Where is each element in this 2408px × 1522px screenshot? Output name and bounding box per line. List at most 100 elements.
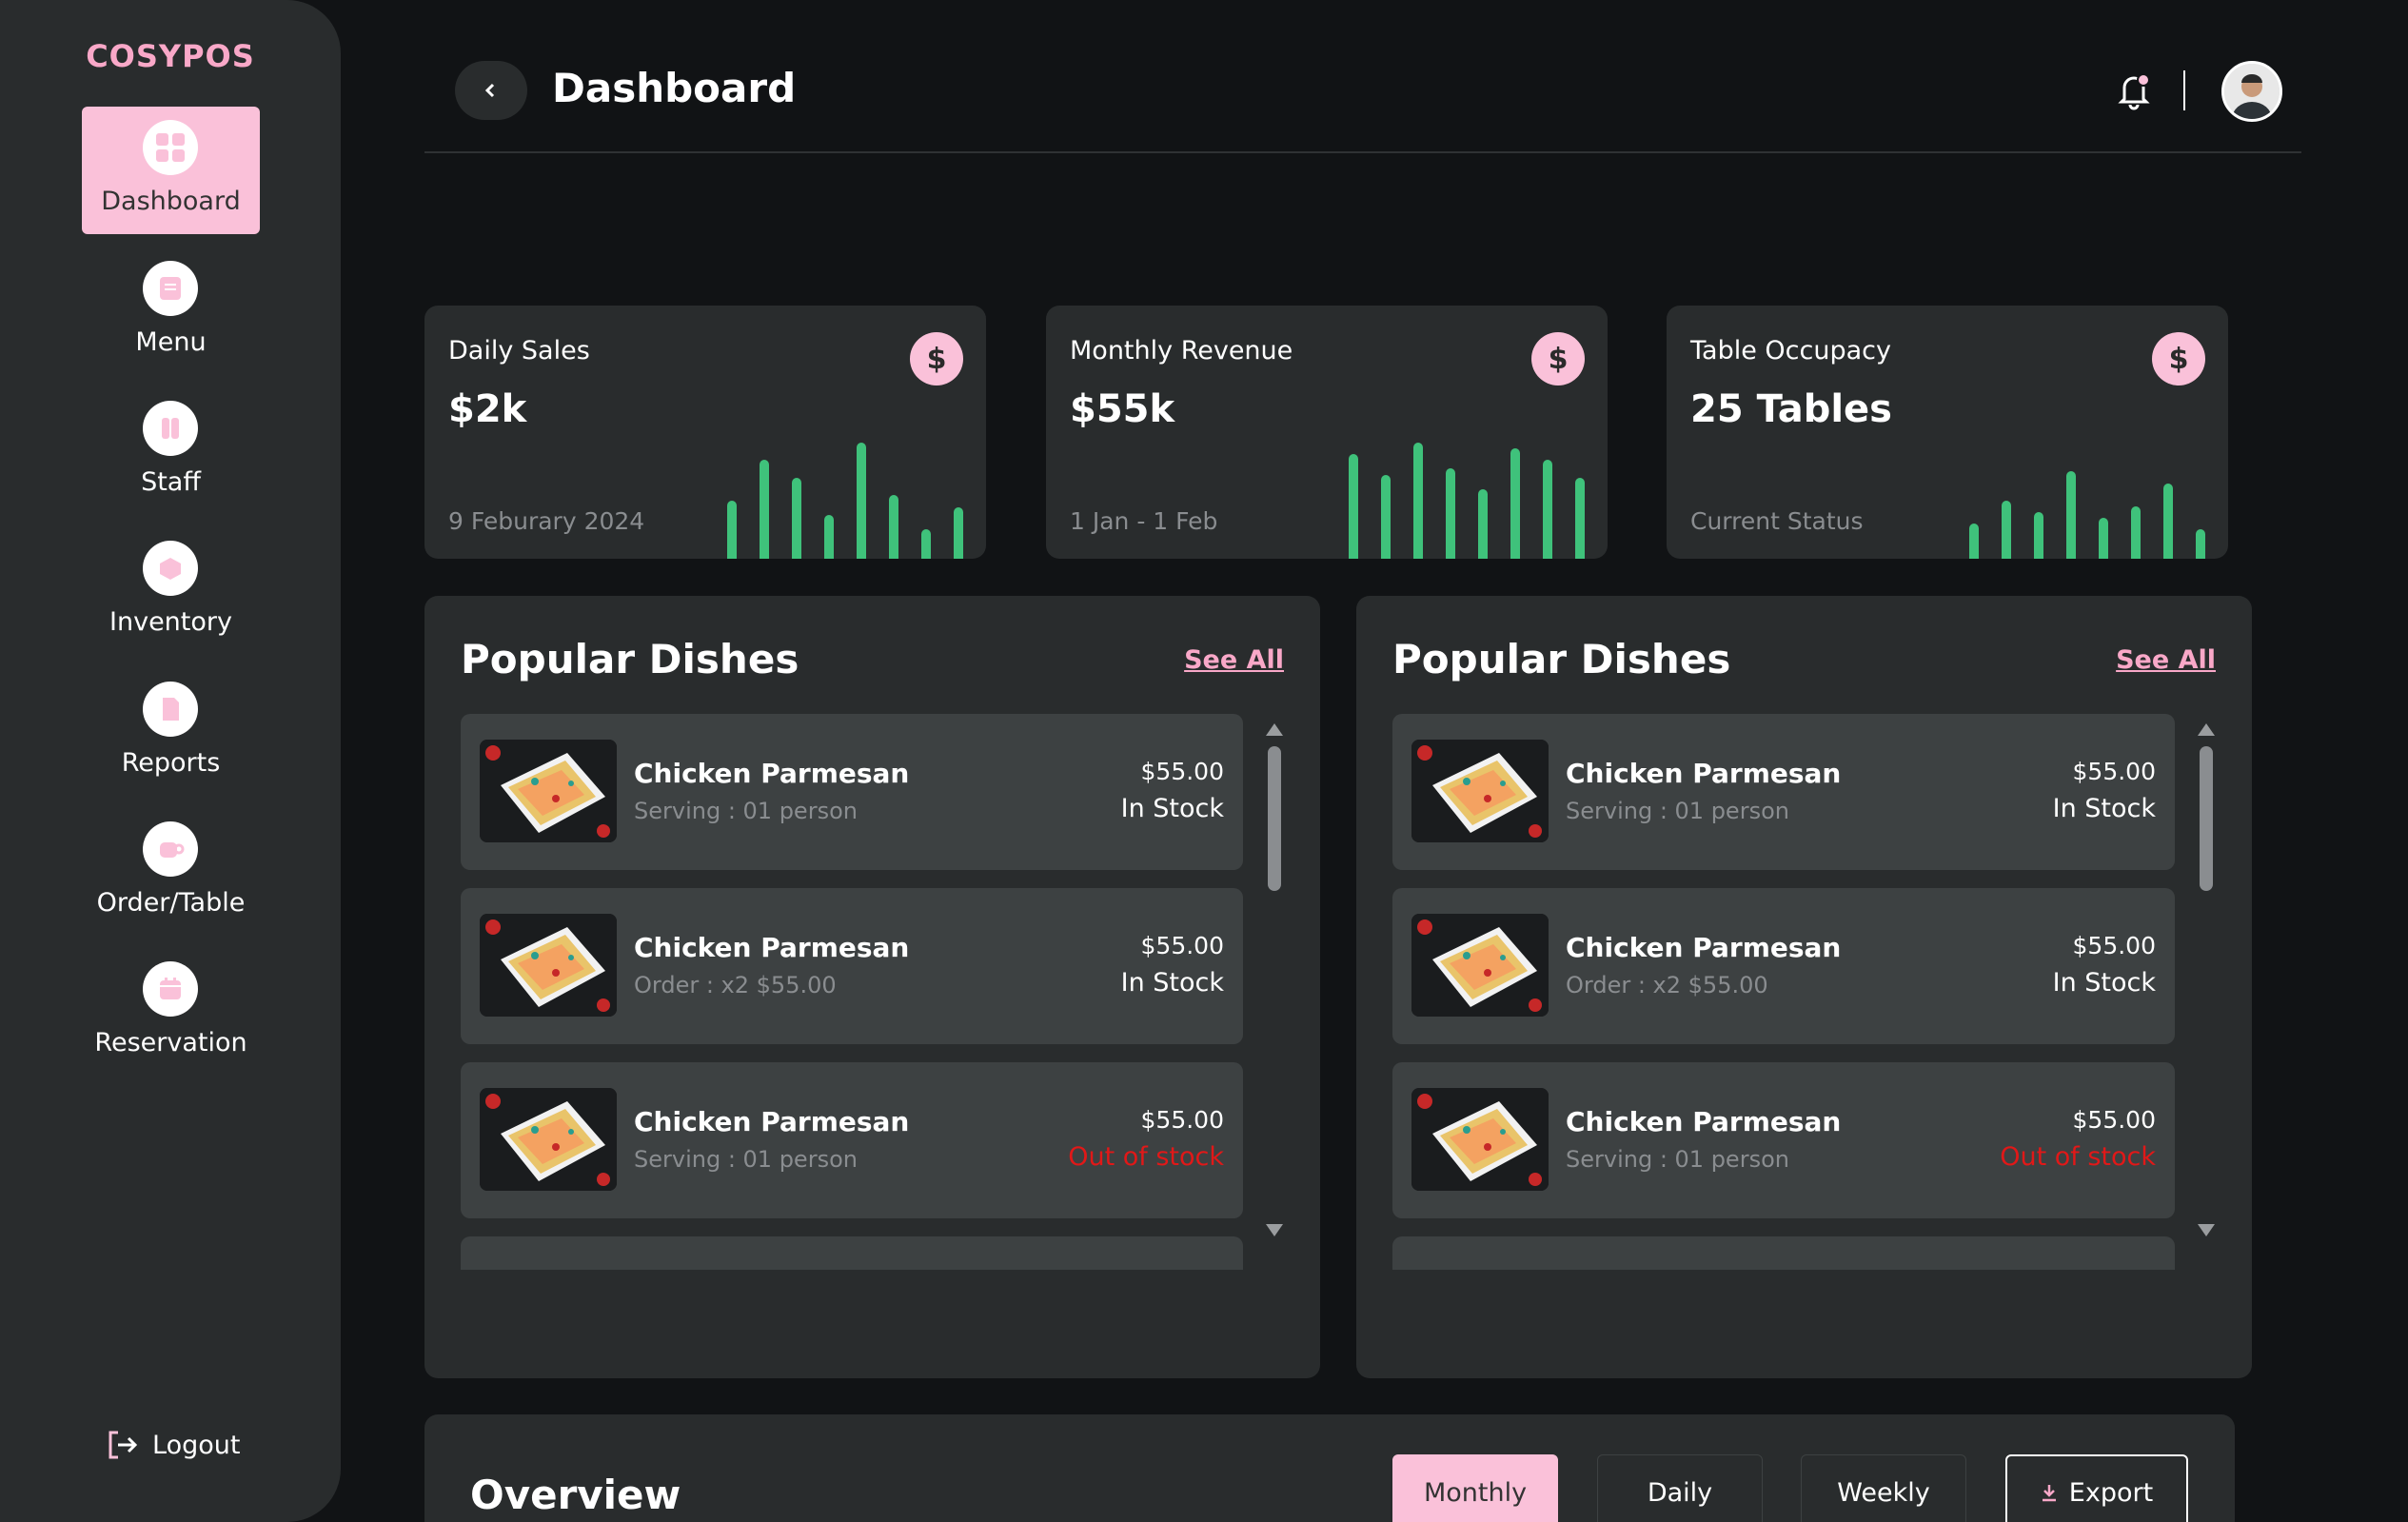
monthly-button[interactable]: Monthly: [1392, 1454, 1558, 1522]
dish-subtitle: Order : x2 $55.00: [634, 972, 837, 998]
nav-item-dashboard[interactable]: Dashboard: [82, 107, 260, 234]
logout-label: Logout: [152, 1430, 241, 1460]
nav-label: Inventory: [109, 607, 232, 637]
dish-price: $55.00: [1140, 1106, 1224, 1134]
dish-image: [480, 740, 617, 842]
nav-item-staff[interactable]: Staff: [82, 387, 260, 515]
scroll-up-arrow-icon[interactable]: [1266, 723, 1283, 736]
stat-card-table-occupancy: Table Occupacy 25 Tables Current Status …: [1667, 306, 2228, 559]
list-item[interactable]: Chicken Parmesan Serving : 01 person $55.0…: [1392, 1062, 2175, 1218]
chevron-left-icon: [484, 83, 495, 98]
nav-item-reservation[interactable]: Reservation: [82, 948, 260, 1076]
dollar-icon: $: [910, 332, 963, 385]
list-item[interactable]: Chicken Parmesan Serving : 01 person $55.0…: [461, 1062, 1243, 1218]
nav-label: Reports: [121, 748, 221, 778]
dish-list[interactable]: Chicken Parmesan Serving : 01 person $55.0…: [461, 714, 1243, 1270]
weekly-button[interactable]: Weekly: [1801, 1454, 1966, 1522]
bar: [954, 507, 963, 559]
overview-section: Overview Monthly Daily Weekly Export: [424, 1414, 2235, 1522]
list-item[interactable]: [1392, 1236, 2175, 1270]
inventory-icon: [143, 541, 198, 596]
grid-icon: [143, 120, 198, 175]
bar: [857, 443, 866, 559]
bar: [1510, 448, 1520, 559]
stat-value: $2k: [448, 387, 527, 431]
staff-icon: [143, 401, 198, 456]
dish-price: $55.00: [2072, 1106, 2156, 1134]
stock-status: In Stock: [1120, 968, 1224, 998]
nav-item-inventory[interactable]: Inventory: [82, 527, 260, 655]
panel-title: Popular Dishes: [1392, 636, 1731, 682]
popular-dishes-panel: Popular Dishes See All Chicken Parmesan S…: [424, 596, 1320, 1378]
logout-icon: [109, 1431, 138, 1459]
menu-icon: [143, 261, 198, 316]
order-table-icon: [143, 821, 198, 877]
mini-bar-chart: [1969, 435, 2205, 559]
bar: [727, 501, 737, 559]
dish-name: Chicken Parmesan: [634, 932, 910, 963]
dish-list[interactable]: Chicken Parmesan Serving : 01 person $55.0…: [1392, 714, 2175, 1270]
stat-value: $55k: [1070, 387, 1175, 431]
stat-card-monthly-revenue: Monthly Revenue $55k 1 Jan - 1 Feb $: [1046, 306, 1608, 559]
stat-value: 25 Tables: [1690, 387, 1892, 431]
bar: [1381, 475, 1391, 559]
stat-title: Monthly Revenue: [1070, 336, 1293, 366]
back-button[interactable]: [455, 61, 527, 120]
bar: [1969, 524, 1979, 559]
nav-item-order-table[interactable]: Order/Table: [82, 808, 260, 936]
bar: [2002, 501, 2011, 559]
bar: [1478, 489, 1488, 559]
list-item[interactable]: [461, 1236, 1243, 1270]
dish-name: Chicken Parmesan: [634, 1106, 910, 1137]
nav-label: Dashboard: [101, 187, 241, 216]
stock-status: In Stock: [2052, 794, 2156, 823]
dollar-icon: $: [1531, 332, 1585, 385]
daily-button[interactable]: Daily: [1597, 1454, 1763, 1522]
stat-title: Table Occupacy: [1690, 336, 1891, 366]
logout-button[interactable]: Logout: [105, 1428, 240, 1462]
scroll-down-arrow-icon[interactable]: [1266, 1224, 1283, 1236]
sidebar: COSYPOS Dashboard Menu Staff Inventory R…: [0, 0, 341, 1522]
list-item[interactable]: Chicken Parmesan Order : x2 $55.00 $55.00 I…: [1392, 888, 2175, 1044]
list-item[interactable]: Chicken Parmesan Order : x2 $55.00 $55.00 I…: [461, 888, 1243, 1044]
bar: [1349, 454, 1358, 559]
popular-dishes-panel: Popular Dishes See All Chicken Parmesan S…: [1356, 596, 2252, 1378]
scrollbar-thumb[interactable]: [2200, 746, 2213, 891]
bar: [2099, 518, 2108, 559]
dish-price: $55.00: [2072, 932, 2156, 959]
dish-price: $55.00: [1140, 758, 1224, 785]
dish-image: [480, 914, 617, 1017]
bar: [824, 515, 834, 559]
mini-bar-chart: [1349, 435, 1585, 559]
scroll-up-arrow-icon[interactable]: [2198, 723, 2215, 736]
export-button[interactable]: Export: [2005, 1454, 2188, 1522]
stat-title: Daily Sales: [448, 336, 590, 366]
bar: [2196, 529, 2205, 559]
scrollbar-thumb[interactable]: [1268, 746, 1281, 891]
bar: [2034, 512, 2043, 559]
dish-subtitle: Order : x2 $55.00: [1566, 972, 1768, 998]
brand-logo: COSYPOS: [86, 38, 255, 74]
reservation-icon: [143, 961, 198, 1017]
export-label: Export: [2068, 1477, 2154, 1508]
nav-item-reports[interactable]: Reports: [82, 668, 260, 796]
list-item[interactable]: Chicken Parmesan Serving : 01 person $55.0…: [1392, 714, 2175, 870]
nav-label: Menu: [135, 327, 207, 357]
avatar[interactable]: [2221, 61, 2282, 122]
see-all-link[interactable]: See All: [2116, 645, 2216, 675]
bar: [2131, 506, 2141, 559]
header-divider: [2183, 70, 2185, 110]
stock-status: In Stock: [1120, 794, 1224, 823]
stat-subtitle: 9 Feburary 2024: [448, 507, 645, 535]
see-all-link[interactable]: See All: [1184, 645, 1284, 675]
scroll-down-arrow-icon[interactable]: [2198, 1224, 2215, 1236]
bar: [2066, 471, 2076, 559]
stock-status: Out of stock: [2000, 1142, 2156, 1172]
dish-subtitle: Serving : 01 person: [634, 798, 858, 824]
nav-label: Order/Table: [96, 888, 246, 918]
notification-bell-icon[interactable]: [2115, 70, 2153, 110]
bar: [792, 478, 801, 559]
list-item[interactable]: Chicken Parmesan Serving : 01 person $55.0…: [461, 714, 1243, 870]
nav-label: Staff: [141, 467, 201, 497]
nav-item-menu[interactable]: Menu: [82, 247, 260, 375]
